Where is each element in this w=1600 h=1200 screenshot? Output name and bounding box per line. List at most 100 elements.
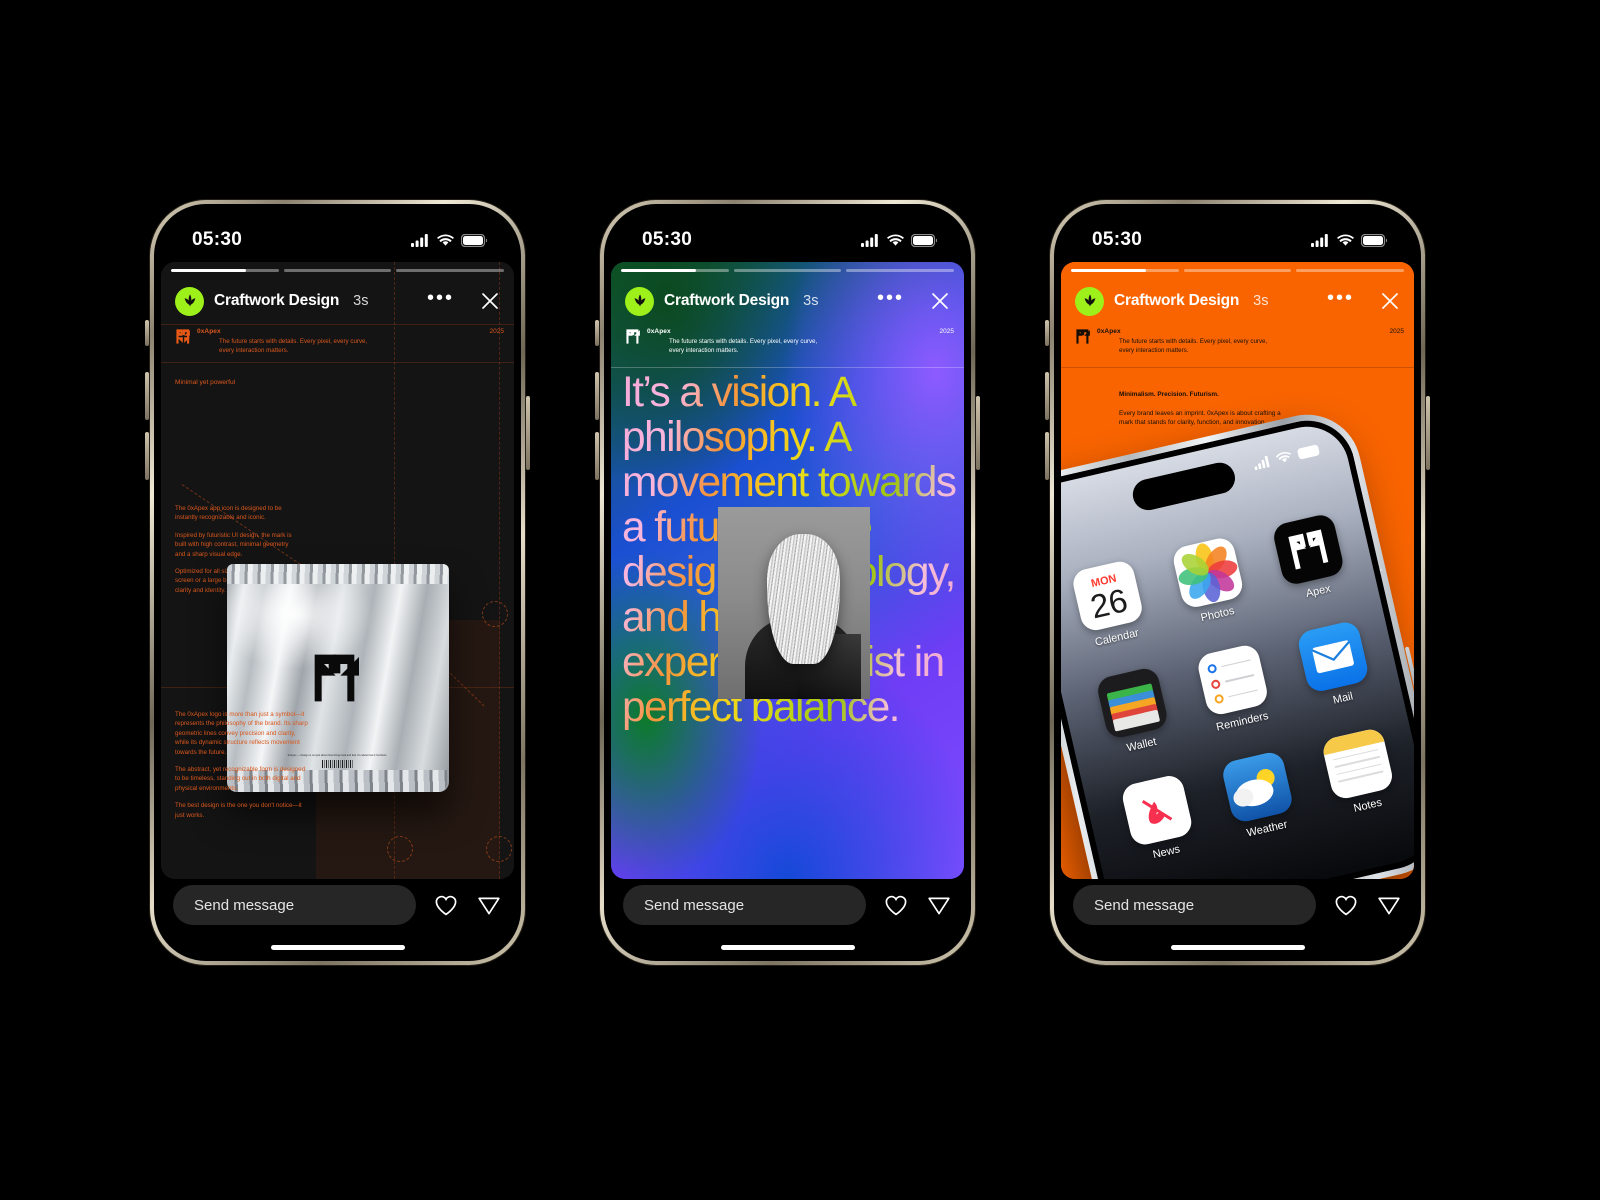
- news-app-icon: [1119, 773, 1194, 848]
- paragraph: Inspired by futuristic UI design, the ma…: [175, 531, 292, 558]
- paragraph: The best design is the one you don't not…: [175, 802, 302, 819]
- device-mockup-3: 05:30 Craftwork Design 3s ••• 0xApex The…: [1045, 200, 1430, 965]
- power-button[interactable]: [526, 396, 530, 470]
- volume-down-button[interactable]: [145, 432, 149, 480]
- story-viewport-3[interactable]: Craftwork Design 3s ••• 0xApex The futur…: [1061, 262, 1414, 879]
- app-icon-apex[interactable]: Apex: [1258, 509, 1363, 607]
- progress-segment: [846, 269, 955, 272]
- app-icon-reminders[interactable]: Reminders: [1182, 640, 1287, 738]
- wallet-app-icon: [1094, 665, 1170, 741]
- calendar-app-icon: MON 26: [1070, 558, 1145, 634]
- send-message-input[interactable]: Send message: [173, 885, 416, 925]
- mail-app-icon: [1296, 619, 1371, 694]
- app-icon-weather[interactable]: Weather: [1207, 747, 1312, 845]
- calendar-day-number: 26: [1086, 581, 1131, 626]
- send-message-input[interactable]: Send message: [623, 885, 866, 925]
- device-mockup-1: 05:30 Craftwork Design 3s ••• 0xApex The…: [145, 200, 530, 965]
- app-icon-notes[interactable]: Notes: [1308, 724, 1413, 822]
- app-label: Apex: [1304, 582, 1332, 601]
- close-x-icon[interactable]: [930, 291, 950, 311]
- more-dots-icon[interactable]: •••: [1327, 288, 1354, 309]
- 0xapex-mark-icon: [176, 329, 190, 344]
- brand-band: 0xApex The future starts with details. E…: [161, 324, 514, 362]
- story-progress-bar: [171, 269, 505, 272]
- paragraph: The abstract, yet recognizable form is d…: [175, 766, 306, 792]
- device-mockup-2: 05:30 Craftwork Design 3s ••• 0xApex The…: [595, 200, 980, 965]
- battery-icon: [1297, 444, 1320, 460]
- notes-app-icon: [1320, 726, 1396, 802]
- app-label: Weather: [1245, 818, 1289, 840]
- home-indicator: [270, 945, 405, 950]
- cellular-bars-icon: [1311, 233, 1328, 247]
- avatar[interactable]: [625, 286, 654, 316]
- photos-app-icon: [1170, 535, 1246, 610]
- volume-down-button[interactable]: [1045, 432, 1049, 480]
- more-dots-icon[interactable]: •••: [877, 288, 904, 309]
- slide-heading: Minimalism. Precision. Futurism.: [1119, 391, 1219, 398]
- portrait-hair: [766, 533, 840, 665]
- close-x-icon[interactable]: [480, 291, 500, 311]
- barcode-icon: [321, 760, 354, 768]
- app-icon-photos[interactable]: Photos: [1157, 532, 1262, 630]
- portrait-image: [718, 507, 870, 699]
- story-account-name[interactable]: Craftwork Design: [664, 292, 789, 310]
- slide-app-icon: Craftwork Design 3s ••• 0xApex The futur…: [1061, 262, 1414, 879]
- heart-icon[interactable]: [1333, 892, 1359, 918]
- progress-segment: [171, 269, 279, 272]
- wifi-icon: [437, 234, 454, 246]
- story-timestamp: 3s: [1253, 293, 1269, 309]
- battery-icon: [911, 233, 937, 247]
- mute-switch[interactable]: [595, 320, 599, 346]
- slide-column-b: The 0xApex logo is more than just a symb…: [175, 710, 310, 828]
- power-button[interactable]: [976, 396, 980, 470]
- leaf-avatar-icon: [1084, 294, 1095, 307]
- cellular-bars-icon: [411, 233, 428, 247]
- story-viewport-1[interactable]: Craftwork Design 3s ••• 0xApex The futur…: [161, 262, 514, 879]
- heart-icon[interactable]: [883, 892, 909, 918]
- brand-tagline: The future starts with details. Every pi…: [219, 338, 368, 354]
- story-reply-bar: Send message: [1054, 885, 1421, 925]
- avatar[interactable]: [175, 286, 204, 316]
- send-paper-plane-icon[interactable]: [926, 892, 952, 918]
- cellular-bars-icon: [1254, 455, 1270, 471]
- volume-down-button[interactable]: [595, 432, 599, 480]
- mute-switch[interactable]: [1045, 320, 1049, 346]
- volume-up-button[interactable]: [595, 372, 599, 420]
- send-paper-plane-icon[interactable]: [476, 892, 502, 918]
- close-x-icon[interactable]: [1380, 291, 1400, 311]
- nested-home-screen: MON 26 Calendar Photos Apex Wallet Remin…: [1061, 411, 1414, 879]
- app-icon-calendar[interactable]: MON 26 Calendar: [1061, 556, 1162, 654]
- progress-segment: [621, 269, 729, 272]
- home-indicator: [1170, 945, 1305, 950]
- brand-name: 0xApex: [647, 328, 671, 335]
- volume-up-button[interactable]: [1045, 372, 1049, 420]
- more-dots-icon[interactable]: •••: [427, 288, 454, 309]
- brand-year: 2025: [1389, 328, 1404, 335]
- volume-up-button[interactable]: [145, 372, 149, 420]
- paragraph: The 0xApex logo is more than just a symb…: [175, 711, 308, 756]
- story-account-name[interactable]: Craftwork Design: [214, 292, 339, 310]
- app-icon-news[interactable]: News: [1106, 770, 1211, 868]
- status-bar-clock: 05:30: [1092, 229, 1143, 250]
- send-message-input[interactable]: Send message: [1073, 885, 1316, 925]
- story-progress-bar: [1071, 269, 1405, 272]
- app-icon-mail[interactable]: Mail: [1283, 616, 1388, 714]
- nested-iphone-mockup: MON 26 Calendar Photos Apex Wallet Remin…: [1061, 403, 1414, 879]
- mute-switch[interactable]: [145, 320, 149, 346]
- power-button[interactable]: [1426, 396, 1430, 470]
- app-label: Notes: [1352, 796, 1384, 815]
- battery-icon: [461, 233, 487, 247]
- leaf-avatar-icon: [634, 294, 645, 307]
- heart-icon[interactable]: [433, 892, 459, 918]
- brand-band: 0xApex The future starts with details. E…: [1061, 324, 1414, 368]
- reminders-app-icon: [1195, 642, 1270, 718]
- story-progress-bar: [621, 269, 955, 272]
- nested-status-icons: [1252, 443, 1322, 471]
- weather-app-icon: [1220, 749, 1295, 825]
- story-account-name[interactable]: Craftwork Design: [1114, 292, 1239, 310]
- dynamic-island: [1129, 459, 1239, 514]
- app-icon-wallet[interactable]: Wallet: [1082, 663, 1187, 761]
- send-paper-plane-icon[interactable]: [1376, 892, 1402, 918]
- story-viewport-2[interactable]: Craftwork Design 3s ••• 0xApex The futur…: [611, 262, 964, 879]
- avatar[interactable]: [1075, 286, 1104, 316]
